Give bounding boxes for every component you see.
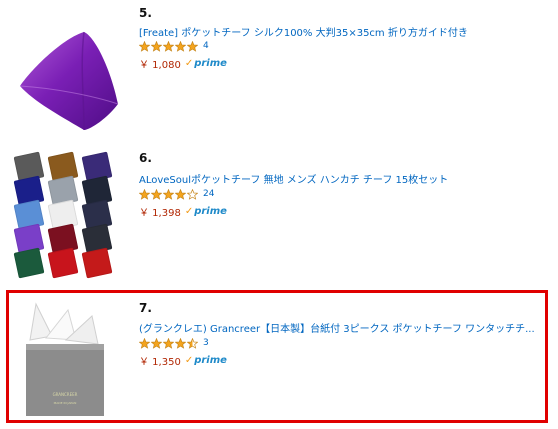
svg-text:GRANCREER: GRANCREER bbox=[53, 392, 78, 397]
product-rank: 7. bbox=[139, 301, 152, 315]
product-rating[interactable]: 24 bbox=[139, 188, 214, 200]
swatch-square bbox=[81, 247, 113, 279]
product-rank: 5. bbox=[139, 6, 152, 20]
star-rating-icon bbox=[139, 337, 199, 349]
review-count-link[interactable]: 24 bbox=[203, 189, 214, 199]
star-icon bbox=[187, 40, 198, 52]
star-icon bbox=[175, 188, 186, 200]
product-price: ￥ 1,398 bbox=[139, 208, 181, 219]
product-rank: 6. bbox=[139, 151, 152, 165]
svg-text:MADE IN JAPAN: MADE IN JAPAN bbox=[54, 401, 77, 405]
prime-badge: ✓ prime bbox=[185, 355, 227, 366]
prime-badge: ✓ prime bbox=[185, 58, 227, 69]
prime-label: prime bbox=[194, 355, 227, 366]
product-price: ￥ 1,080 bbox=[139, 60, 181, 71]
star-icon bbox=[139, 40, 150, 52]
prime-check-icon: ✓ bbox=[184, 206, 194, 217]
review-count-link[interactable]: 3 bbox=[203, 338, 209, 348]
product-title-link[interactable]: [Freate] ポケットチーフ シルク100% 大判35×35cm 折り方ガイ… bbox=[139, 24, 549, 39]
product-title-link[interactable]: (グランクレエ) Grancreer【日本製】台紙付 3ピークス ポケットチーフ… bbox=[139, 320, 549, 335]
star-icon bbox=[163, 188, 174, 200]
purple-pocket-square-image bbox=[19, 31, 119, 131]
star-icon bbox=[163, 40, 174, 52]
star-icon bbox=[187, 337, 198, 349]
product-rating[interactable]: 3 bbox=[139, 337, 209, 349]
star-icon bbox=[175, 40, 186, 52]
pocket-square-set-image[interactable] bbox=[13, 151, 116, 279]
swatch-square bbox=[47, 247, 79, 279]
review-count-link[interactable]: 4 bbox=[203, 41, 209, 51]
star-icon bbox=[139, 188, 150, 200]
prime-check-icon: ✓ bbox=[184, 355, 194, 366]
star-icon bbox=[175, 337, 186, 349]
product-title-link[interactable]: ALoveSoulポケットチーフ 無地 メンズ ハンカチ チーフ 15枚セット bbox=[139, 171, 549, 186]
product-price: ￥ 1,350 bbox=[139, 357, 181, 368]
star-rating-icon bbox=[139, 40, 199, 52]
product-rating[interactable]: 4 bbox=[139, 40, 209, 52]
star-icon bbox=[151, 337, 162, 349]
star-icon bbox=[151, 40, 162, 52]
prime-badge: ✓ prime bbox=[185, 206, 227, 217]
product-image-5[interactable] bbox=[14, 26, 124, 134]
price-row: ￥ 1,398 ✓ prime bbox=[139, 204, 227, 219]
star-icon bbox=[163, 337, 174, 349]
product-image-7[interactable]: GRANCREER MADE IN JAPAN bbox=[16, 300, 114, 418]
star-icon bbox=[151, 188, 162, 200]
prime-label: prime bbox=[194, 58, 227, 69]
star-icon bbox=[187, 188, 198, 200]
price-row: ￥ 1,080 ✓ prime bbox=[139, 56, 227, 71]
prime-label: prime bbox=[194, 206, 227, 217]
white-pocket-square-image: GRANCREER MADE IN JAPAN bbox=[26, 302, 104, 416]
prime-check-icon: ✓ bbox=[184, 58, 194, 69]
price-row: ￥ 1,350 ✓ prime bbox=[139, 353, 227, 368]
star-icon bbox=[139, 337, 150, 349]
swatch-square bbox=[13, 247, 45, 279]
star-rating-icon bbox=[139, 188, 199, 200]
